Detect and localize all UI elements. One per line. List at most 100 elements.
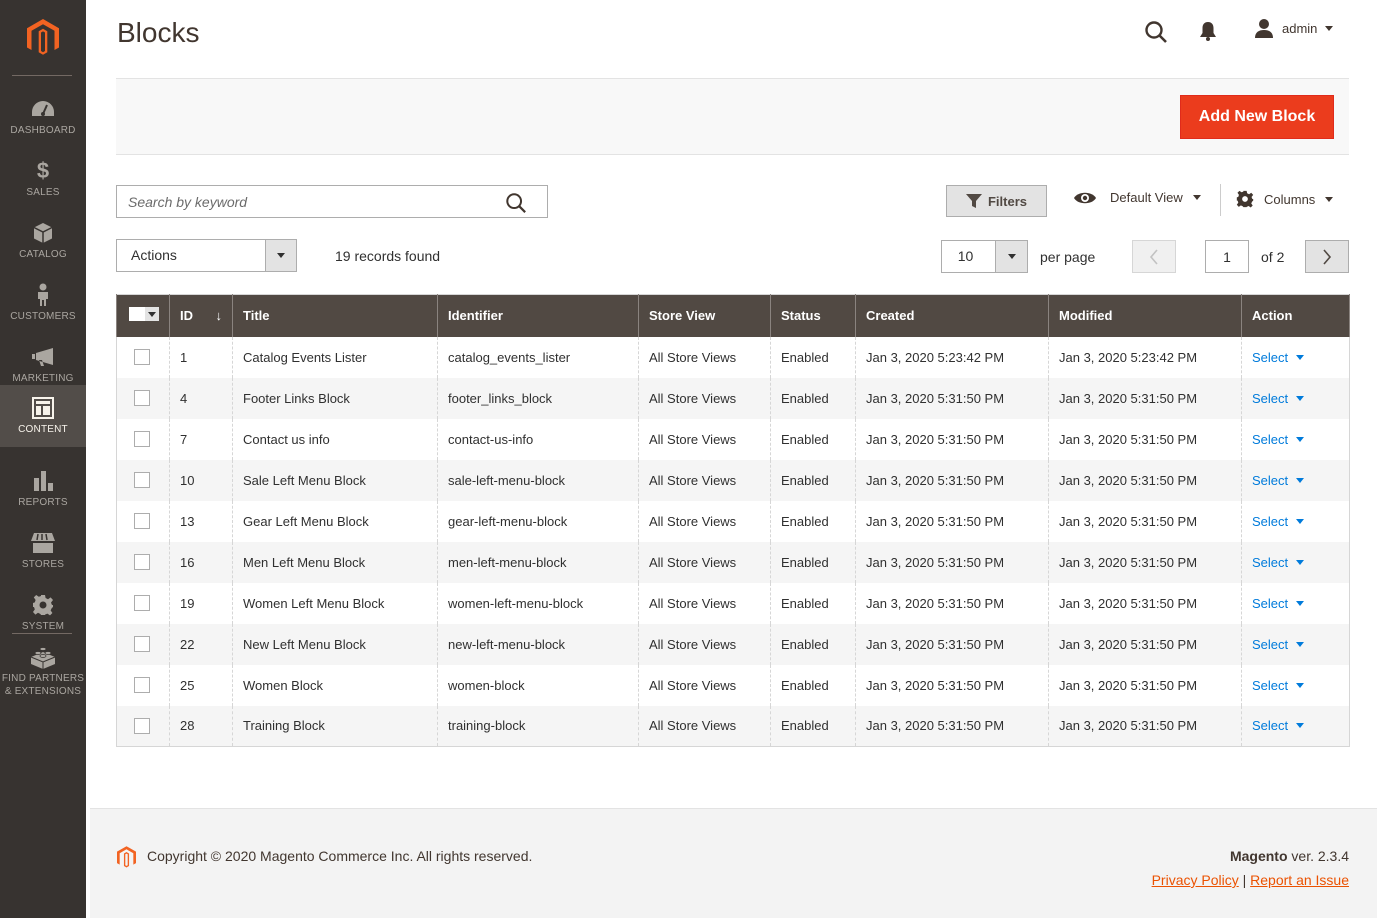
dashboard-icon — [30, 96, 56, 122]
row-action-select[interactable]: Select — [1252, 350, 1305, 365]
brand-name: Magento — [1229, 848, 1288, 864]
column-header-identifier[interactable]: Identifier — [437, 294, 639, 337]
table-row[interactable]: 1 Catalog Events Lister catalog_events_lis… — [116, 336, 1350, 378]
cell-title: Footer Links Block — [232, 377, 438, 419]
box-icon — [30, 220, 56, 246]
row-checkbox[interactable] — [134, 472, 150, 489]
user-name: admin — [1282, 20, 1318, 36]
column-header-id[interactable]: ID ↓ — [169, 294, 233, 337]
column-header-modified[interactable]: Modified — [1048, 294, 1242, 337]
sidebar-item-label: SALES — [26, 187, 60, 198]
cell-action: Select — [1241, 336, 1350, 378]
row-action-select[interactable]: Select — [1252, 595, 1305, 611]
row-checkbox[interactable] — [134, 677, 150, 694]
row-action-select[interactable]: Select — [1252, 391, 1305, 406]
mass-actions-select[interactable]: Actions — [116, 239, 297, 272]
view-label: Default View — [1110, 190, 1183, 205]
table-row[interactable]: 28 Training Block training-block All Store … — [116, 705, 1350, 747]
row-checkbox[interactable] — [134, 718, 150, 735]
sidebar-item-system[interactable]: SYSTEM — [0, 582, 86, 644]
row-checkbox[interactable] — [134, 349, 150, 366]
row-checkbox[interactable] — [134, 636, 150, 653]
row-checkbox[interactable] — [134, 554, 150, 571]
report-issue-link[interactable]: Report an Issue — [1250, 872, 1349, 888]
per-page-label: per page — [1040, 249, 1096, 265]
table-row[interactable]: 25 Women Block women-block All Store Views E… — [116, 664, 1350, 706]
bell-icon — [1200, 22, 1216, 41]
cell-status: Enabled — [770, 623, 856, 665]
current-page-input[interactable] — [1205, 240, 1249, 273]
chevron-down-icon — [265, 240, 296, 271]
sidebar-item-sales[interactable]: $ SALES — [0, 148, 86, 210]
next-page-button[interactable] — [1305, 240, 1349, 273]
table-row[interactable]: 16 Men Left Menu Block men-left-menu-block… — [116, 541, 1350, 583]
sidebar-item-partners[interactable]: FIND PARTNERS & EXTENSIONS — [0, 638, 86, 702]
notifications-button[interactable] — [1199, 20, 1217, 47]
row-action-select[interactable]: Select — [1252, 637, 1305, 652]
add-new-block-button[interactable]: Add New Block — [1180, 95, 1334, 139]
cell-action: Select — [1241, 377, 1350, 419]
global-search-button[interactable] — [1144, 20, 1168, 49]
table-row[interactable]: 22 New Left Menu Block new-left-menu-block… — [116, 623, 1350, 665]
sidebar-item-customers[interactable]: CUSTOMERS — [0, 272, 86, 334]
column-header-created[interactable]: Created — [855, 294, 1049, 337]
column-header-status[interactable]: Status — [770, 294, 856, 337]
cell-status: Enabled — [770, 705, 856, 747]
select-label: Select — [1252, 472, 1289, 488]
cell-modified: Jan 3, 2020 5:31:50 PM — [1048, 623, 1242, 665]
sidebar-divider — [12, 75, 72, 76]
lego-brick-icon — [30, 644, 56, 670]
table-row[interactable]: 4 Footer Links Block footer_links_block All… — [116, 377, 1350, 419]
table-row[interactable]: 10 Sale Left Menu Block sale-left-menu-blo… — [116, 459, 1350, 501]
table-row[interactable]: 7 Contact us info contact-us-info All Store… — [116, 418, 1350, 460]
cell-id: 16 — [169, 541, 233, 583]
sidebar-item-label: STORES — [21, 559, 65, 570]
row-action-select[interactable]: Select — [1252, 718, 1305, 734]
chevron-down-icon — [1296, 354, 1305, 360]
magento-logo[interactable] — [0, 0, 86, 76]
search-input[interactable] — [117, 186, 497, 217]
cell-title: New Left Menu Block — [232, 623, 438, 665]
column-header-title[interactable]: Title — [232, 294, 438, 337]
mass-select-dropdown[interactable] — [129, 307, 159, 322]
per-page-select[interactable]: 10 — [941, 240, 1028, 273]
row-action-select[interactable]: Select — [1252, 514, 1305, 529]
chevron-down-icon — [995, 241, 1027, 272]
row-checkbox[interactable] — [134, 595, 150, 612]
row-action-select[interactable]: Select — [1252, 472, 1305, 488]
dollar-icon: $ — [36, 158, 50, 183]
sidebar-item-stores[interactable]: STORES — [0, 520, 86, 582]
columns-selector[interactable]: Columns — [1236, 190, 1334, 208]
select-label: Select — [1252, 718, 1289, 734]
column-header-store-view[interactable]: Store View — [638, 294, 771, 337]
row-action-select[interactable]: Select — [1252, 432, 1305, 447]
previous-page-button[interactable] — [1132, 240, 1176, 273]
cell-modified: Jan 3, 2020 5:31:50 PM — [1048, 664, 1242, 706]
view-selector[interactable]: Default View — [1073, 190, 1201, 205]
row-checkbox[interactable] — [134, 390, 150, 407]
sidebar-item-reports[interactable]: REPORTS — [0, 458, 86, 520]
row-checkbox[interactable] — [134, 431, 150, 448]
chevron-down-icon — [1296, 395, 1305, 401]
row-checkbox[interactable] — [134, 513, 150, 530]
filters-button[interactable]: Filters — [946, 185, 1047, 217]
sidebar-item-catalog[interactable]: CATALOG — [0, 210, 86, 272]
cell-created: Jan 3, 2020 5:31:50 PM — [855, 500, 1049, 542]
user-menu[interactable]: admin — [1254, 18, 1334, 38]
cell-created: Jan 3, 2020 5:31:50 PM — [855, 705, 1049, 747]
cell-store-view: All Store Views — [638, 459, 771, 501]
chevron-down-icon — [1296, 559, 1305, 565]
table-row[interactable]: 19 Women Left Menu Block women-left-menu-b… — [116, 582, 1350, 624]
table-row[interactable]: 13 Gear Left Menu Block gear-left-menu-blo… — [116, 500, 1350, 542]
cell-action: Select — [1241, 664, 1350, 706]
sidebar-item-dashboard[interactable]: DASHBOARD — [0, 86, 86, 148]
row-action-select[interactable]: Select — [1252, 678, 1305, 693]
sidebar-item-content[interactable]: CONTENT — [0, 385, 86, 447]
privacy-policy-link[interactable]: Privacy Policy — [1152, 872, 1239, 888]
select-label: Select — [1252, 595, 1289, 611]
search-submit-button[interactable] — [505, 192, 527, 219]
row-action-select[interactable]: Select — [1252, 555, 1305, 570]
cell-status: Enabled — [770, 418, 856, 460]
select-all-checkbox[interactable] — [129, 307, 145, 322]
cell-modified: Jan 3, 2020 5:31:50 PM — [1048, 705, 1242, 747]
